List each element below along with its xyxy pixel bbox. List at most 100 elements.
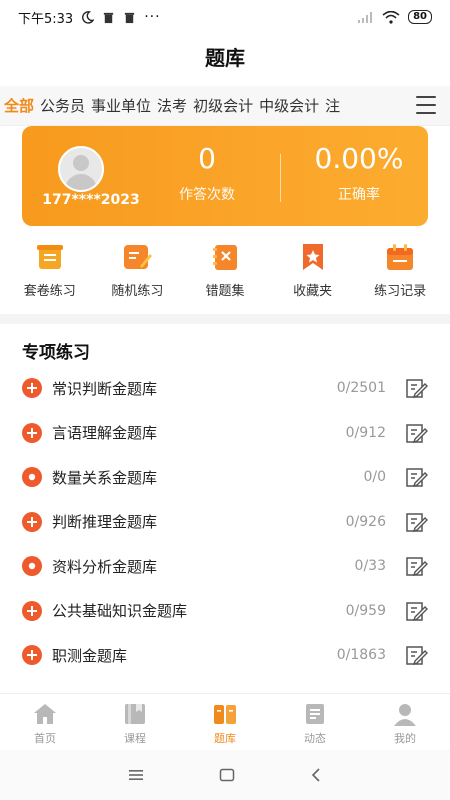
list-item[interactable]: 常识判断金题库 0/2501 — [0, 366, 450, 411]
more-dots-icon: ··· — [144, 9, 161, 25]
edit-practice-icon[interactable] — [404, 465, 428, 489]
feed-icon — [306, 704, 324, 724]
wrong-book-icon — [212, 245, 237, 270]
practice-count: 0/912 — [345, 424, 386, 441]
tab-intermediate-accounting[interactable]: 中级会计 — [259, 89, 319, 122]
question-bank-icon — [214, 705, 236, 724]
practice-count: 0/33 — [354, 558, 386, 575]
category-tabs: 全部 公务员 事业单位 法考 初级会计 中级会计 注 — [0, 86, 450, 126]
menu-icon[interactable] — [416, 96, 436, 114]
accuracy-value: 0.00% — [314, 142, 404, 175]
practice-list: 常识判断金题库 0/2501 言语理解金题库 0/912 数量关系金题库 0/0… — [0, 366, 450, 678]
list-item[interactable]: 数量关系金题库 0/0 — [0, 455, 450, 500]
quick-actions: 套卷练习 随机练习 错题集 收藏夹 练习记录 — [0, 242, 450, 308]
section-title: 专项练习 — [22, 343, 90, 363]
practice-count: 0/959 — [345, 602, 386, 619]
recent-apps-icon[interactable] — [128, 769, 144, 781]
quick-action-label: 套卷练习 — [23, 284, 76, 299]
bookmark-star-icon — [302, 244, 323, 270]
list-item[interactable]: 判断推理金题库 0/926 — [0, 500, 450, 545]
dot-icon — [22, 556, 42, 577]
tab-junior-accounting[interactable]: 初级会计 — [193, 89, 253, 122]
trash-icon-2 — [125, 12, 135, 23]
practice-name: 数量关系金题库 — [52, 468, 158, 487]
quick-action-label: 错题集 — [205, 284, 245, 299]
expand-plus-icon[interactable] — [22, 422, 42, 443]
scroll-list-icon — [36, 245, 63, 269]
home-icon — [34, 704, 56, 724]
list-item[interactable]: 资料分析金题库 0/33 — [0, 544, 450, 589]
username: 177****2023 — [42, 192, 140, 208]
nav-label: 我的 — [394, 732, 416, 745]
course-icon — [125, 704, 145, 724]
nav-profile[interactable]: 我的 — [360, 694, 450, 749]
tab-law-exam[interactable]: 法考 — [157, 89, 187, 122]
nav-home[interactable]: 首页 — [0, 694, 90, 749]
answer-count-value: 0 — [198, 142, 216, 175]
practice-name: 职测金题库 — [52, 646, 128, 665]
status-bar: 下午5:33 ··· 80 — [0, 0, 450, 34]
home-button-icon[interactable] — [219, 768, 235, 782]
nav-question-bank[interactable]: 题库 — [180, 694, 270, 749]
signal-icon — [358, 12, 373, 23]
practice-name: 常识判断金题库 — [52, 379, 158, 398]
quick-action-paper-practice[interactable]: 套卷练习 — [7, 242, 93, 308]
practice-name: 言语理解金题库 — [52, 424, 158, 443]
back-icon[interactable] — [310, 768, 322, 782]
expand-plus-icon[interactable] — [22, 600, 42, 621]
edit-note-icon — [124, 245, 153, 269]
quick-action-label: 练习记录 — [374, 284, 427, 299]
practice-count: 0/1863 — [336, 647, 386, 664]
edit-practice-icon[interactable] — [404, 376, 428, 400]
nav-label: 动态 — [304, 732, 326, 745]
status-time: 下午5:33 — [18, 11, 74, 27]
accuracy-label: 正确率 — [338, 187, 380, 203]
expand-plus-icon[interactable] — [22, 378, 42, 399]
nav-course[interactable]: 课程 — [90, 694, 180, 749]
edit-practice-icon[interactable] — [404, 554, 428, 578]
expand-plus-icon[interactable] — [22, 645, 42, 666]
answer-count-stat: 0 作答次数 — [152, 140, 262, 204]
nav-label: 课程 — [124, 732, 146, 745]
edit-practice-icon[interactable] — [404, 510, 428, 534]
list-item[interactable]: 公共基础知识金题库 0/959 — [0, 589, 450, 634]
practice-name: 资料分析金题库 — [52, 557, 158, 576]
section-divider — [0, 314, 450, 324]
tab-cpa[interactable]: 注 — [325, 89, 340, 122]
quick-action-favorites[interactable]: 收藏夹 — [270, 242, 356, 308]
expand-plus-icon[interactable] — [22, 511, 42, 532]
title-bar: 题库 — [0, 34, 450, 78]
wifi-icon — [382, 10, 400, 24]
practice-count: 0/2501 — [336, 380, 386, 397]
edit-practice-icon[interactable] — [404, 599, 428, 623]
list-item[interactable]: 言语理解金题库 0/912 — [0, 411, 450, 456]
tab-civil-servant[interactable]: 公务员 — [40, 89, 85, 122]
practice-count: 0/0 — [363, 469, 386, 486]
list-item[interactable]: 职测金题库 0/1863 — [0, 633, 450, 678]
battery-indicator: 80 — [408, 10, 432, 24]
tab-all[interactable]: 全部 — [4, 89, 34, 122]
nav-label: 题库 — [214, 732, 236, 745]
edit-practice-icon[interactable] — [404, 643, 428, 667]
tab-public-institution[interactable]: 事业单位 — [91, 89, 151, 122]
profile-icon — [394, 704, 416, 726]
avatar[interactable] — [58, 146, 104, 192]
practice-name: 公共基础知识金题库 — [52, 602, 188, 621]
dot-icon — [22, 467, 42, 488]
practice-name: 判断推理金题库 — [52, 513, 158, 532]
stats-card: 177****2023 0 作答次数 0.00% 正确率 — [22, 126, 428, 226]
trash-icon — [104, 12, 114, 23]
page-title: 题库 — [205, 45, 245, 70]
calendar-record-icon — [387, 244, 414, 270]
quick-action-practice-record[interactable]: 练习记录 — [357, 242, 443, 308]
answer-count-label: 作答次数 — [179, 187, 235, 203]
quick-action-wrong-questions[interactable]: 错题集 — [182, 242, 268, 308]
nav-feed[interactable]: 动态 — [270, 694, 360, 749]
stat-divider — [280, 154, 281, 202]
accuracy-stat: 0.00% 正确率 — [294, 140, 424, 204]
quick-action-random-practice[interactable]: 随机练习 — [94, 242, 180, 308]
edit-practice-icon[interactable] — [404, 421, 428, 445]
moon-icon — [82, 10, 95, 24]
nav-label: 首页 — [34, 732, 56, 745]
quick-action-label: 收藏夹 — [293, 284, 333, 299]
